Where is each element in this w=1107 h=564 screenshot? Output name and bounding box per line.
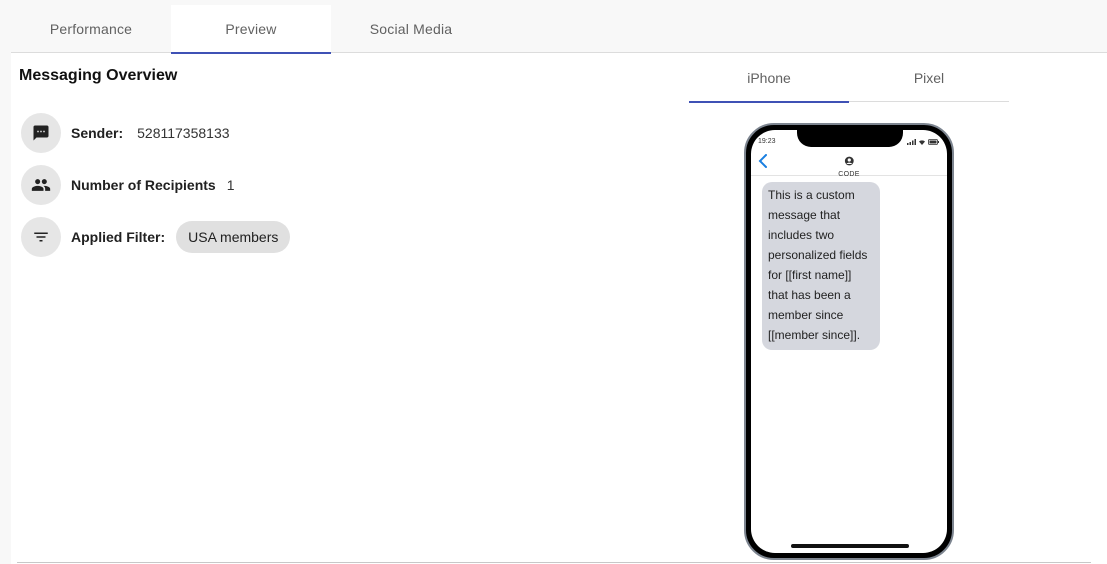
- tab-performance[interactable]: Performance: [11, 5, 171, 53]
- filter-icon: [21, 217, 61, 257]
- message-icon: [21, 113, 61, 153]
- sender-row: Sender: 528117358133: [21, 113, 230, 153]
- status-icons: [907, 139, 939, 145]
- message-line: member since: [768, 308, 844, 322]
- recipients-value: 1: [226, 177, 235, 193]
- recipients-label: Number of Recipients: [71, 177, 216, 193]
- message-line: personalized fields: [768, 248, 868, 262]
- divider: [17, 562, 1091, 563]
- tab-social-media[interactable]: Social Media: [331, 5, 491, 53]
- contact-avatar-icon: [844, 156, 854, 166]
- device-tabs: iPhone Pixel: [689, 54, 1009, 103]
- filter-chip[interactable]: USA members: [176, 221, 291, 253]
- main-tabs: Performance Preview Social Media: [11, 5, 1107, 54]
- recipients-row: Number of Recipients 1: [21, 165, 235, 205]
- signal-icon: [907, 139, 916, 145]
- tab-preview[interactable]: Preview: [171, 5, 331, 54]
- phone-notch: [797, 130, 903, 147]
- message-bubble: This is a custom message that includes t…: [762, 182, 880, 350]
- wifi-icon: [919, 140, 925, 145]
- phone-screen: 19:23 CODE This is a custom message that…: [751, 130, 947, 553]
- sender-label: Sender:: [71, 125, 124, 141]
- people-icon: [21, 165, 61, 205]
- home-indicator: [791, 544, 909, 548]
- sms-header: CODE: [751, 150, 947, 179]
- message-line: [[member since]].: [768, 328, 861, 342]
- message-line: that has been a: [768, 288, 851, 302]
- tab-iphone[interactable]: iPhone: [689, 54, 849, 103]
- contact: CODE: [838, 153, 859, 179]
- iphone-preview: 19:23 CODE This is a custom message that…: [744, 123, 954, 560]
- preview-panel: Performance Preview Social Media Messagi…: [11, 0, 1107, 564]
- contact-name: CODE: [838, 171, 860, 178]
- filter-row: Applied Filter: USA members: [21, 217, 291, 257]
- tab-pixel[interactable]: Pixel: [849, 54, 1009, 102]
- battery-icon: [928, 139, 939, 145]
- message-line: for [[first name]]: [768, 268, 852, 282]
- message-line: This is a custom: [768, 188, 855, 202]
- back-chevron-icon[interactable]: [758, 154, 768, 168]
- message-line: message that: [768, 208, 841, 222]
- message-line: includes two: [768, 228, 835, 242]
- page-title: Messaging Overview: [19, 67, 178, 84]
- sender-value: 528117358133: [137, 125, 230, 141]
- filter-label: Applied Filter:: [71, 229, 166, 245]
- status-time: 19:23: [758, 138, 776, 145]
